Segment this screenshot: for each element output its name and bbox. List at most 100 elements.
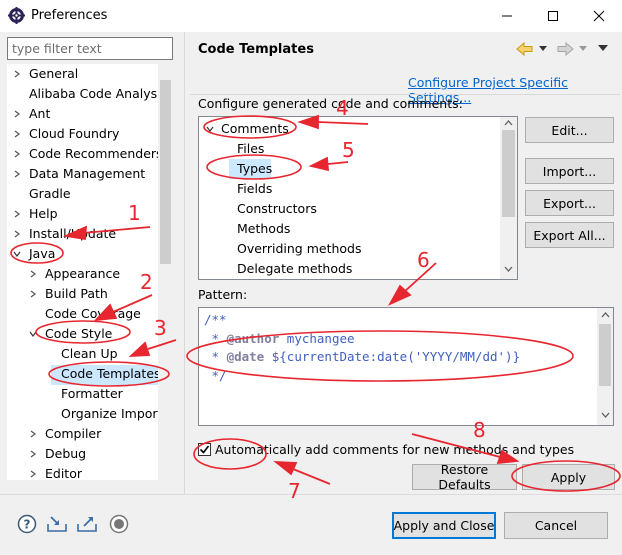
chevron-right-icon[interactable] — [11, 124, 23, 144]
minimize-icon — [502, 15, 512, 17]
markup-number-6: 6 — [417, 248, 430, 272]
tree-item-label: Build Path — [45, 286, 108, 301]
markup-number-7: 7 — [288, 479, 301, 503]
chevron-down-icon[interactable] — [27, 324, 39, 344]
record-button[interactable] — [108, 513, 130, 535]
pattern-line: /** — [204, 312, 227, 327]
import-prefs-icon — [47, 516, 67, 532]
chevron-right-icon[interactable] — [11, 144, 23, 164]
chevron-right-icon[interactable] — [11, 164, 23, 184]
chevron-right-icon[interactable] — [11, 224, 23, 244]
pane-divider[interactable] — [184, 32, 185, 494]
tree-item-label: Organize Imports — [61, 406, 159, 421]
tree-item-organize-imports[interactable]: Organize Imports — [43, 404, 159, 424]
tree-item-label: Appearance — [45, 266, 121, 281]
close-button[interactable] — [576, 0, 622, 32]
pattern-text: ${currentDate:date('YYYY/MM/dd')} — [264, 349, 521, 364]
scroll-down-icon[interactable] — [504, 266, 513, 272]
window-title: Preferences — [31, 8, 108, 23]
pattern-text: /** — [204, 312, 227, 327]
template-item-label: Comments — [221, 121, 289, 136]
apply-and-close-button[interactable]: Apply and Close — [392, 512, 496, 539]
pattern-scrollbar-thumb[interactable] — [599, 324, 611, 386]
chevron-right-icon[interactable] — [11, 104, 23, 124]
tree-item-label: Code Recommenders — [29, 146, 163, 161]
tree-item-label: Formatter — [61, 386, 123, 401]
javadoc-tag: @date — [226, 349, 265, 364]
scroll-down-icon[interactable] — [601, 412, 610, 418]
tree-item-label: Cloud Foundry — [29, 126, 120, 141]
scroll-up-icon[interactable] — [601, 312, 610, 318]
back-menu-chevron-icon[interactable] — [539, 46, 547, 52]
pattern-text: * — [204, 331, 227, 346]
pattern-line: * @author mychangee — [204, 331, 355, 346]
markup-number-1: 1 — [128, 201, 141, 225]
template-item-label: Fields — [237, 181, 273, 196]
tree-item-label: Debug — [45, 446, 87, 461]
markup-number-4: 4 — [336, 96, 349, 120]
pattern-line: * @date ${currentDate:date('YYYY/MM/dd')… — [204, 349, 521, 364]
template-item-label: Overriding methods — [237, 241, 362, 256]
filter-input[interactable] — [7, 37, 173, 60]
back-arrow-icon[interactable] — [516, 42, 534, 56]
template-item-label: Types — [237, 161, 273, 176]
tree-item-label: Editor — [45, 466, 82, 481]
cancel-button[interactable]: Cancel — [504, 512, 608, 539]
record-icon — [109, 514, 129, 534]
templates-scrollbar-thumb[interactable] — [502, 130, 515, 217]
chevron-right-icon[interactable] — [27, 264, 39, 284]
tree-item-label: Gradle — [29, 186, 71, 201]
chevron-down-icon[interactable] — [11, 244, 23, 264]
export-button[interactable]: Export... — [525, 190, 614, 216]
close-icon — [593, 10, 605, 22]
apply-button[interactable]: Apply — [522, 464, 615, 490]
view-menu-icon[interactable] — [598, 45, 608, 52]
auto-comments-label[interactable]: Automatically add comments for new metho… — [215, 442, 574, 457]
chevron-right-icon[interactable] — [11, 64, 23, 84]
pattern-text: mychangee — [279, 331, 355, 346]
import-prefs-button[interactable] — [46, 513, 68, 535]
chevron-right-icon[interactable] — [27, 444, 39, 464]
export-prefs-button[interactable] — [76, 513, 98, 535]
minimize-button[interactable] — [484, 0, 530, 32]
separator — [190, 94, 620, 95]
scroll-up-icon[interactable] — [504, 120, 513, 126]
section-label: Configure generated code and comments: — [198, 96, 463, 111]
chevron-right-icon[interactable] — [11, 204, 23, 224]
maximize-button[interactable] — [530, 0, 576, 32]
export-prefs-icon — [77, 517, 97, 532]
markup-number-3: 3 — [154, 316, 167, 340]
markup-number-8: 8 — [473, 418, 486, 442]
tree-item-label: Compiler — [45, 426, 102, 441]
chevron-right-icon[interactable] — [27, 464, 39, 484]
eclipse-gear-icon — [8, 7, 25, 24]
restore-defaults-button[interactable]: Restore Defaults — [412, 462, 517, 492]
chevron-right-icon[interactable] — [27, 424, 39, 444]
pattern-text: * — [204, 349, 227, 364]
tree-scrollbar-thumb[interactable] — [160, 80, 171, 264]
auto-comments-checkbox[interactable] — [198, 443, 211, 456]
export-all-button[interactable]: Export All... — [525, 222, 614, 248]
import-button[interactable]: Import... — [525, 158, 614, 184]
chevron-right-icon[interactable] — [27, 284, 39, 304]
tree-item-label: Java — [29, 246, 56, 261]
tree-item-label: Code Templates — [61, 366, 161, 381]
markup-arrowhead-7 — [273, 460, 298, 476]
help-button[interactable]: ? — [16, 513, 38, 535]
template-item-label: Constructors — [237, 201, 317, 216]
tree-item-label: Install/Update — [29, 226, 117, 241]
page-title: Code Templates — [198, 42, 314, 57]
edit-button[interactable]: Edit... — [525, 117, 614, 143]
template-item-label: Methods — [237, 221, 291, 236]
forward-menu-chevron-icon[interactable] — [579, 46, 587, 52]
markup-number-2: 2 — [140, 270, 153, 294]
forward-arrow-icon[interactable] — [556, 42, 574, 56]
tree-item-label: Clean Up — [61, 346, 118, 361]
tree-item-label: Alibaba Code Analysis — [29, 86, 168, 101]
markup-arrowhead-6 — [387, 284, 412, 306]
tree-item-label: Ant — [29, 106, 51, 121]
chevron-down-icon[interactable] — [204, 119, 216, 139]
javadoc-tag: @author — [226, 331, 280, 346]
pattern-editor[interactable] — [198, 307, 614, 426]
tree-item-label: Data Management — [29, 166, 146, 181]
